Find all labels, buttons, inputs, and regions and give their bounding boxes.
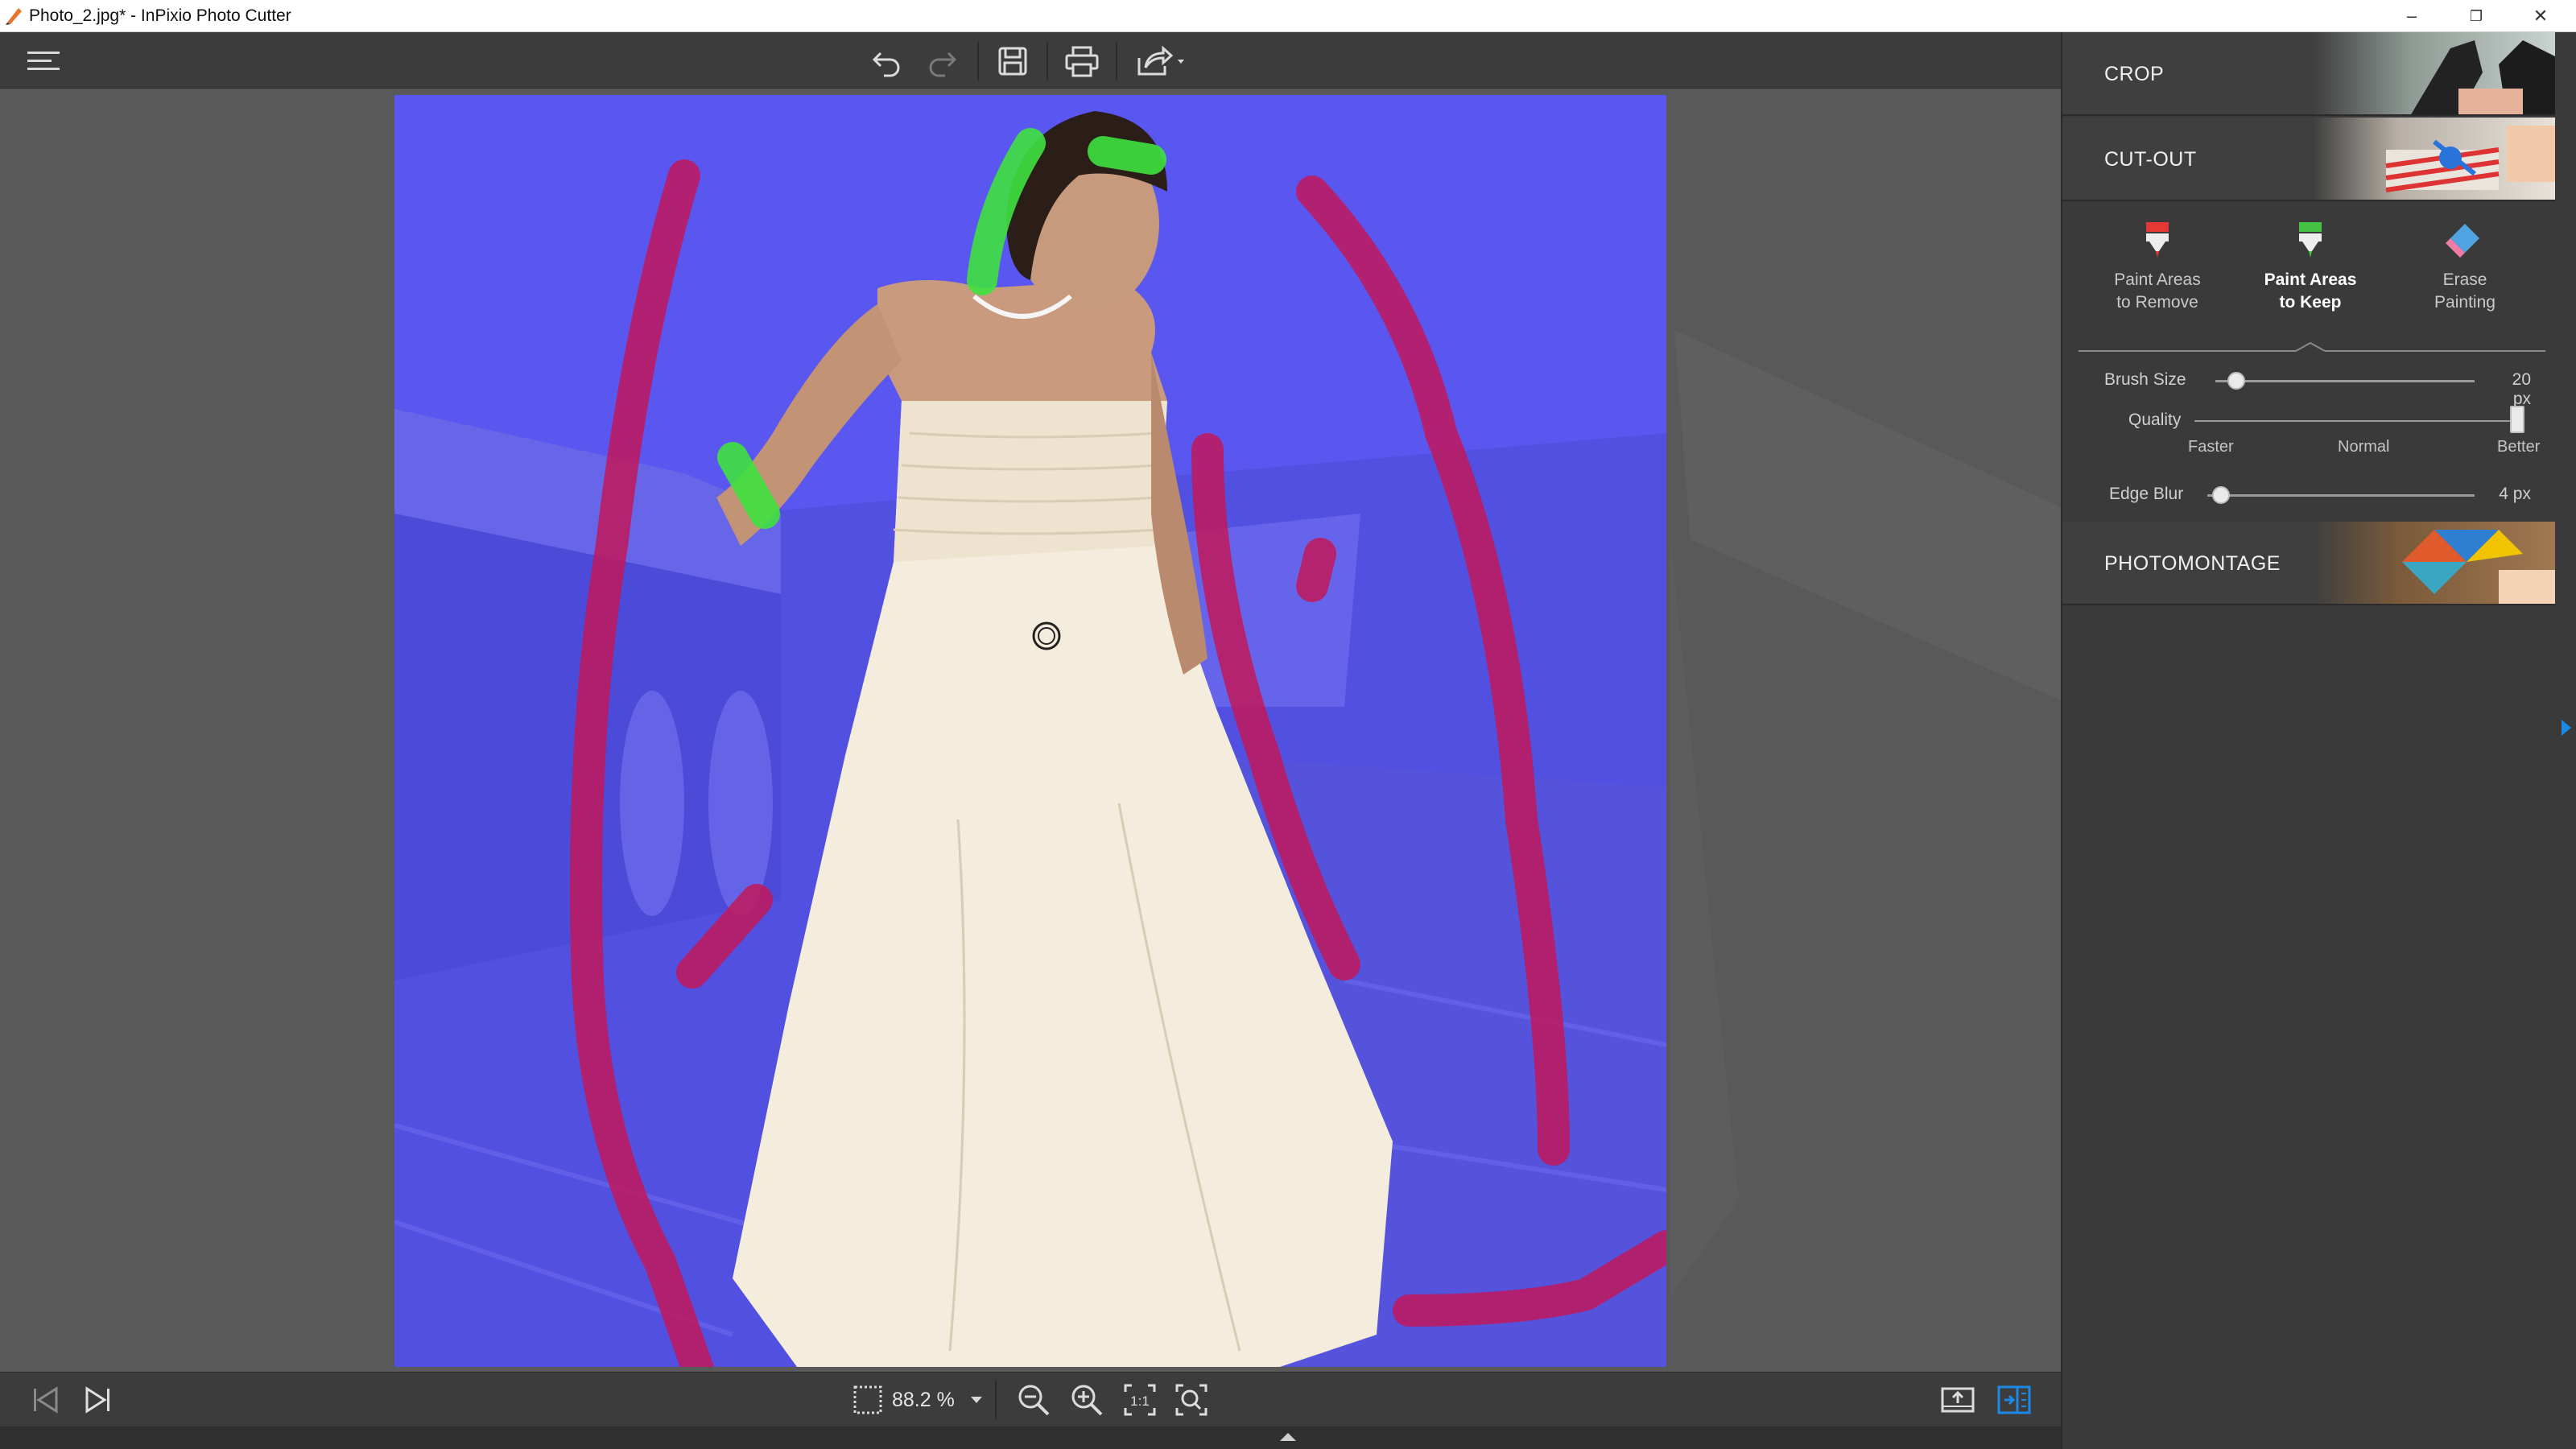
zoom-fit-screen-icon (1175, 1384, 1208, 1416)
toolbar-divider (977, 42, 979, 80)
side-by-side-icon (1997, 1385, 2031, 1414)
zoom-dropdown-icon (971, 1397, 982, 1403)
photomontage-thumbnail (2314, 522, 2555, 604)
quality-tick-better: Better (2497, 438, 2541, 456)
redo-icon (929, 52, 957, 77)
brush-size-slider[interactable] (2227, 372, 2245, 390)
zoom-actual-icon: 1:1 (1124, 1384, 1156, 1416)
zoom-in-icon (1071, 1385, 1103, 1416)
quality-tick-faster: Faster (2188, 438, 2234, 456)
section-photomontage-label: PHOTOMONTAGE (2104, 552, 2281, 575)
quality-tick-normal: Normal (2338, 438, 2390, 456)
edge-blur-value: 4 px (2499, 485, 2531, 503)
zoom-fit-icon (853, 1385, 882, 1414)
bottom-toolbar: 88.2 % 1:1 (0, 1372, 2061, 1426)
edge-blur-label: Edge Blur (2109, 485, 2184, 503)
share-icon (1137, 45, 1184, 76)
cutout-thumbnail (2314, 118, 2555, 200)
tool-label-line2: to Keep (2279, 293, 2342, 312)
first-image-icon (34, 1386, 58, 1414)
brush-size-label: Brush Size (2104, 370, 2186, 389)
minimize-button[interactable]: – (2375, 0, 2449, 32)
print-button[interactable] (1059, 39, 1104, 84)
brush-size-track[interactable] (2215, 380, 2475, 382)
bottombar-divider (995, 1381, 997, 1419)
last-image-icon (85, 1386, 109, 1414)
minimize-icon: – (2406, 6, 2417, 26)
erase-painting-button[interactable]: Erase Painting (2392, 219, 2537, 340)
window-title: Photo_2.jpg* - InPixio Photo Cutter (29, 6, 291, 25)
brush-size-row: Brush Size 20 px (2062, 364, 2555, 408)
eraser-icon (2446, 224, 2479, 258)
zoom-dropdown[interactable] (953, 1377, 1000, 1422)
toolbar-divider (1116, 42, 1117, 80)
zoom-out-icon (1018, 1385, 1050, 1416)
section-cutout[interactable]: CUT-OUT (2062, 118, 2555, 201)
tools-divider (2079, 341, 2545, 352)
section-crop-label: CROP (2104, 63, 2165, 85)
section-cutout-label: CUT-OUT (2104, 148, 2197, 171)
restore-button[interactable]: ❐ (2439, 0, 2513, 32)
tool-label-line1: Erase (2442, 270, 2487, 289)
close-icon: ✕ (2533, 6, 2549, 26)
crop-thumbnail (2314, 32, 2555, 114)
zoom-in-button[interactable] (1064, 1377, 1109, 1422)
print-icon (1065, 46, 1099, 77)
top-toolbar (0, 32, 2061, 89)
app-logo-icon (6, 8, 22, 25)
redo-button[interactable] (919, 39, 964, 84)
tool-label-line1: Paint Areas (2114, 270, 2201, 289)
section-crop[interactable]: CROP (2062, 32, 2555, 116)
red-marker-icon (2146, 222, 2169, 258)
tools-panel: CROP CUT-OUT Paint Areas to Remove Paint… (2061, 32, 2576, 1449)
share-button[interactable] (1130, 39, 1191, 84)
edge-blur-row: Edge Blur 4 px (2062, 478, 2555, 510)
green-marker-icon (2299, 222, 2322, 258)
zoom-fit-button[interactable] (845, 1377, 890, 1422)
tool-label-line2: Painting (2434, 293, 2496, 312)
side-by-side-button[interactable] (1992, 1377, 2037, 1422)
expand-up-icon[interactable] (1278, 1431, 1298, 1443)
wedding-dress-photo (394, 95, 1666, 1367)
zoom-out-button[interactable] (1011, 1377, 1056, 1422)
edge-blur-slider[interactable] (2211, 486, 2230, 504)
menu-button[interactable] (21, 39, 66, 84)
quality-label: Quality (2128, 411, 2182, 429)
photo-cutter-app: Photo_2.jpg* - InPixio Photo Cutter – ❐ … (0, 0, 2576, 1449)
paint-keep-button[interactable]: Paint Areas to Keep (2238, 219, 2383, 340)
zoom-fit-screen-button[interactable] (1169, 1377, 1214, 1422)
save-button[interactable] (990, 39, 1035, 84)
zoom-level[interactable]: 88.2 % (892, 1389, 955, 1412)
close-button[interactable]: ✕ (2504, 0, 2576, 32)
section-photomontage[interactable]: PHOTOMONTAGE (2062, 522, 2555, 605)
tool-label-line2: to Remove (2116, 293, 2198, 312)
save-icon (998, 47, 1027, 76)
tool-label-line1: Paint Areas (2264, 270, 2357, 289)
zoom-actual-size-button[interactable]: 1:1 (1117, 1377, 1162, 1422)
export-icon (1941, 1387, 1975, 1413)
title-bar: Photo_2.jpg* - InPixio Photo Cutter – ❐ … (0, 0, 2576, 32)
quality-row: Quality Faster Normal Better (2062, 404, 2555, 469)
export-button[interactable] (1935, 1377, 1980, 1422)
undo-icon (872, 52, 900, 77)
panel-collapse-icon[interactable] (2560, 718, 2573, 737)
brush-size-value: 20 px (2512, 370, 2531, 408)
paint-remove-button[interactable]: Paint Areas to Remove (2085, 219, 2230, 340)
edge-blur-track[interactable] (2207, 494, 2475, 497)
quality-track[interactable] (2194, 420, 2520, 422)
canvas-area[interactable] (0, 89, 2061, 1372)
svg-text:1:1: 1:1 (1130, 1393, 1150, 1409)
first-image-button[interactable] (23, 1377, 68, 1422)
undo-button[interactable] (865, 39, 910, 84)
photo-canvas[interactable] (394, 95, 1666, 1367)
quality-slider[interactable] (2510, 406, 2524, 433)
last-image-button[interactable] (76, 1377, 121, 1422)
toolbar-divider (1046, 42, 1048, 80)
restore-icon: ❐ (2469, 7, 2483, 24)
menu-icon (27, 52, 60, 70)
